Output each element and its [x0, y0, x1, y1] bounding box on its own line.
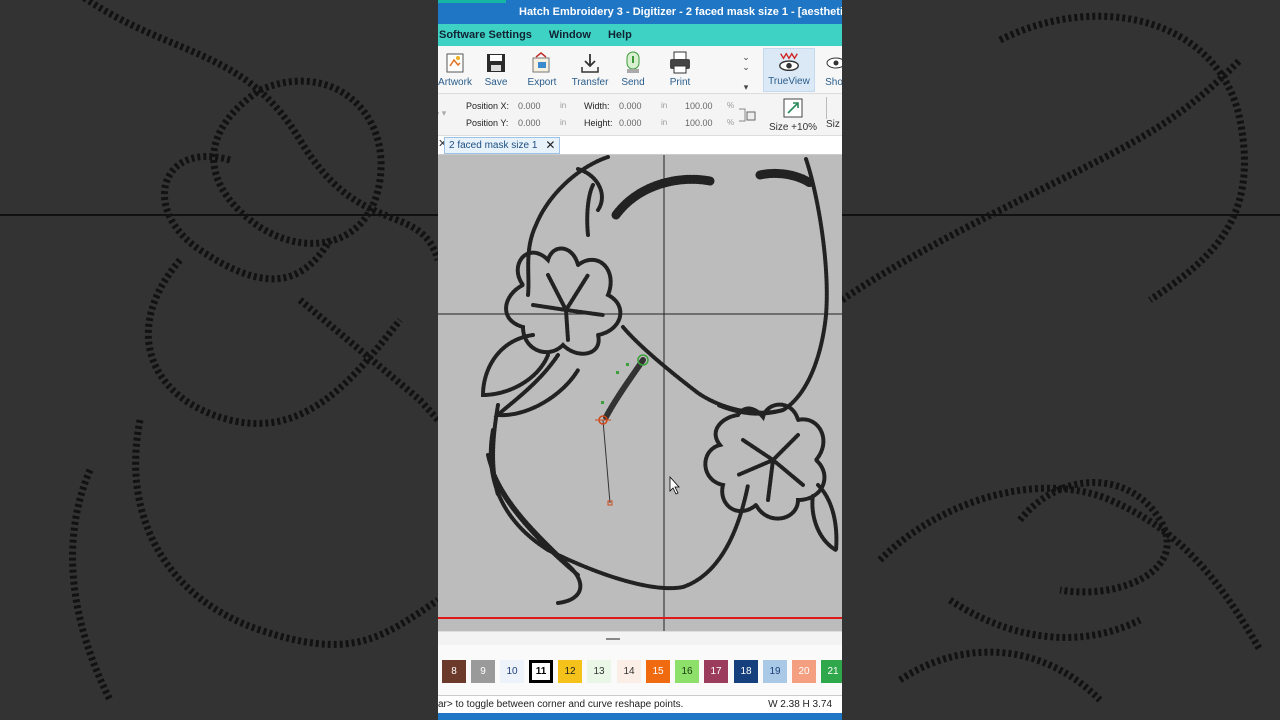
- status-dimensions: W 2.38 H 3.74: [768, 699, 832, 710]
- title-accent: [438, 0, 506, 3]
- height-percent-field[interactable]: 100.00: [685, 118, 713, 128]
- panel-splitter[interactable]: [438, 631, 842, 645]
- print-icon: [668, 50, 692, 76]
- position-x-label: Position X:: [466, 101, 510, 111]
- hatch-window: Hatch Embroidery 3 - Digitizer - 2 faced…: [438, 0, 842, 720]
- position-y-field[interactable]: 0.000: [518, 118, 541, 128]
- mask-outline: [480, 155, 839, 605]
- color-swatch-17[interactable]: 17: [704, 660, 728, 683]
- show-button[interactable]: Sho: [824, 50, 842, 92]
- properties-bar: ▪ ▾ Position X: Position Y: 0.000 0.000 …: [438, 95, 842, 136]
- artwork-label: Artwork: [438, 77, 472, 88]
- menu-help[interactable]: Help: [608, 29, 641, 41]
- color-swatch-15[interactable]: 15: [646, 660, 670, 683]
- save-icon: [484, 50, 508, 76]
- height-label: Height:: [584, 118, 613, 128]
- transfer-button[interactable]: Transfer: [572, 50, 608, 92]
- height-percent-unit: %: [727, 118, 735, 127]
- color-swatch-10[interactable]: 10: [500, 660, 524, 683]
- height-field[interactable]: 0.000: [619, 118, 642, 128]
- window-title: Hatch Embroidery 3 - Digitizer - 2 faced…: [519, 6, 842, 18]
- trueview-button[interactable]: TrueView: [763, 48, 815, 92]
- design-canvas[interactable]: [438, 155, 842, 631]
- lock-proportions-icon[interactable]: [737, 107, 757, 125]
- position-x-field[interactable]: 0.000: [518, 101, 541, 111]
- position-y-unit: in: [560, 118, 567, 127]
- color-swatch-18[interactable]: 18: [734, 660, 758, 683]
- document-tab-label: 2 faced mask size 1: [449, 140, 538, 151]
- chevron-double-down-icon: ⌄ ⌄: [742, 52, 750, 72]
- color-swatch-9[interactable]: 9: [471, 660, 495, 683]
- position-x-unit: in: [560, 101, 567, 110]
- bottom-accent-strip: [438, 713, 842, 720]
- color-swatch-8[interactable]: 8: [442, 660, 466, 683]
- color-swatch-21[interactable]: 21: [821, 660, 842, 683]
- menu-software-settings[interactable]: Software Settings: [438, 29, 541, 41]
- menu-window[interactable]: Window: [549, 29, 600, 41]
- artwork-button[interactable]: Artwork: [438, 50, 474, 92]
- print-label: Print: [669, 77, 691, 88]
- reshape-handles[interactable]: [595, 354, 649, 506]
- video-frame: Hatch Embroidery 3 - Digitizer - 2 faced…: [0, 0, 1280, 720]
- title-bar: Hatch Embroidery 3 - Digitizer - 2 faced…: [438, 0, 842, 24]
- export-icon: [530, 50, 554, 76]
- width-label: Width:: [584, 101, 610, 111]
- width-percent-unit: %: [727, 101, 735, 110]
- toolbar-overflow-button[interactable]: ⌄ ⌄ ▾: [740, 52, 752, 92]
- show-label: Sho: [825, 77, 842, 88]
- size-minus-label: Siz: [826, 119, 840, 130]
- mouse-cursor-icon: [669, 475, 680, 495]
- color-swatch-20[interactable]: 20: [792, 660, 816, 683]
- size-plus-label: Size +10%: [768, 122, 818, 133]
- eye-icon: [824, 50, 842, 76]
- status-bar: ar> to toggle between corner and curve r…: [438, 695, 842, 713]
- send-icon: [621, 50, 645, 76]
- caret-down-icon: ▾: [743, 82, 749, 92]
- color-swatch-16[interactable]: 16: [675, 660, 699, 683]
- send-label: Send: [621, 77, 645, 88]
- color-swatch-12[interactable]: 12: [558, 660, 582, 683]
- close-tab-icon[interactable]: ✕: [545, 138, 555, 153]
- print-button[interactable]: Print: [666, 50, 694, 92]
- size-plus-10-button[interactable]: Size +10%: [767, 97, 819, 134]
- width-field[interactable]: 0.000: [619, 101, 642, 111]
- transfer-icon: [578, 50, 602, 76]
- status-message: ar> to toggle between corner and curve r…: [438, 699, 684, 710]
- position-y-label: Position Y:: [466, 118, 509, 128]
- size-minus-button[interactable]: Siz: [826, 97, 842, 134]
- export-label: Export: [527, 77, 557, 88]
- width-percent-field[interactable]: 100.00: [685, 101, 713, 111]
- trueview-label: TrueView: [768, 76, 810, 87]
- artwork-icon: [443, 50, 467, 76]
- grip-icon: ▪ ▾: [438, 108, 447, 118]
- menu-bar: Software Settings Window Help: [438, 24, 842, 46]
- color-swatch-11[interactable]: 11: [529, 660, 553, 683]
- width-unit: in: [661, 101, 668, 110]
- color-swatch-14[interactable]: 14: [617, 660, 641, 683]
- send-button[interactable]: Send: [620, 50, 646, 92]
- save-label: Save: [484, 77, 508, 88]
- tab-document[interactable]: 2 faced mask size 1 ✕: [444, 137, 561, 154]
- trueview-icon: [777, 49, 801, 75]
- grip-handle-icon: [606, 638, 620, 640]
- document-tab-strip: ✕ 2 faced mask size 1 ✕: [438, 136, 842, 155]
- color-swatch-13[interactable]: 13: [587, 660, 611, 683]
- color-palette: 8 9 10 11 12 13 14 15 16 17 18 19 20 21: [438, 645, 842, 695]
- height-unit: in: [661, 118, 668, 127]
- save-button[interactable]: Save: [482, 50, 510, 92]
- color-swatch-19[interactable]: 19: [763, 660, 787, 683]
- export-button[interactable]: Export: [526, 50, 558, 92]
- size-plus-icon: [782, 97, 804, 122]
- transfer-label: Transfer: [571, 77, 609, 88]
- toolbar: Artwork Save Export Transfer Send Print …: [438, 46, 842, 94]
